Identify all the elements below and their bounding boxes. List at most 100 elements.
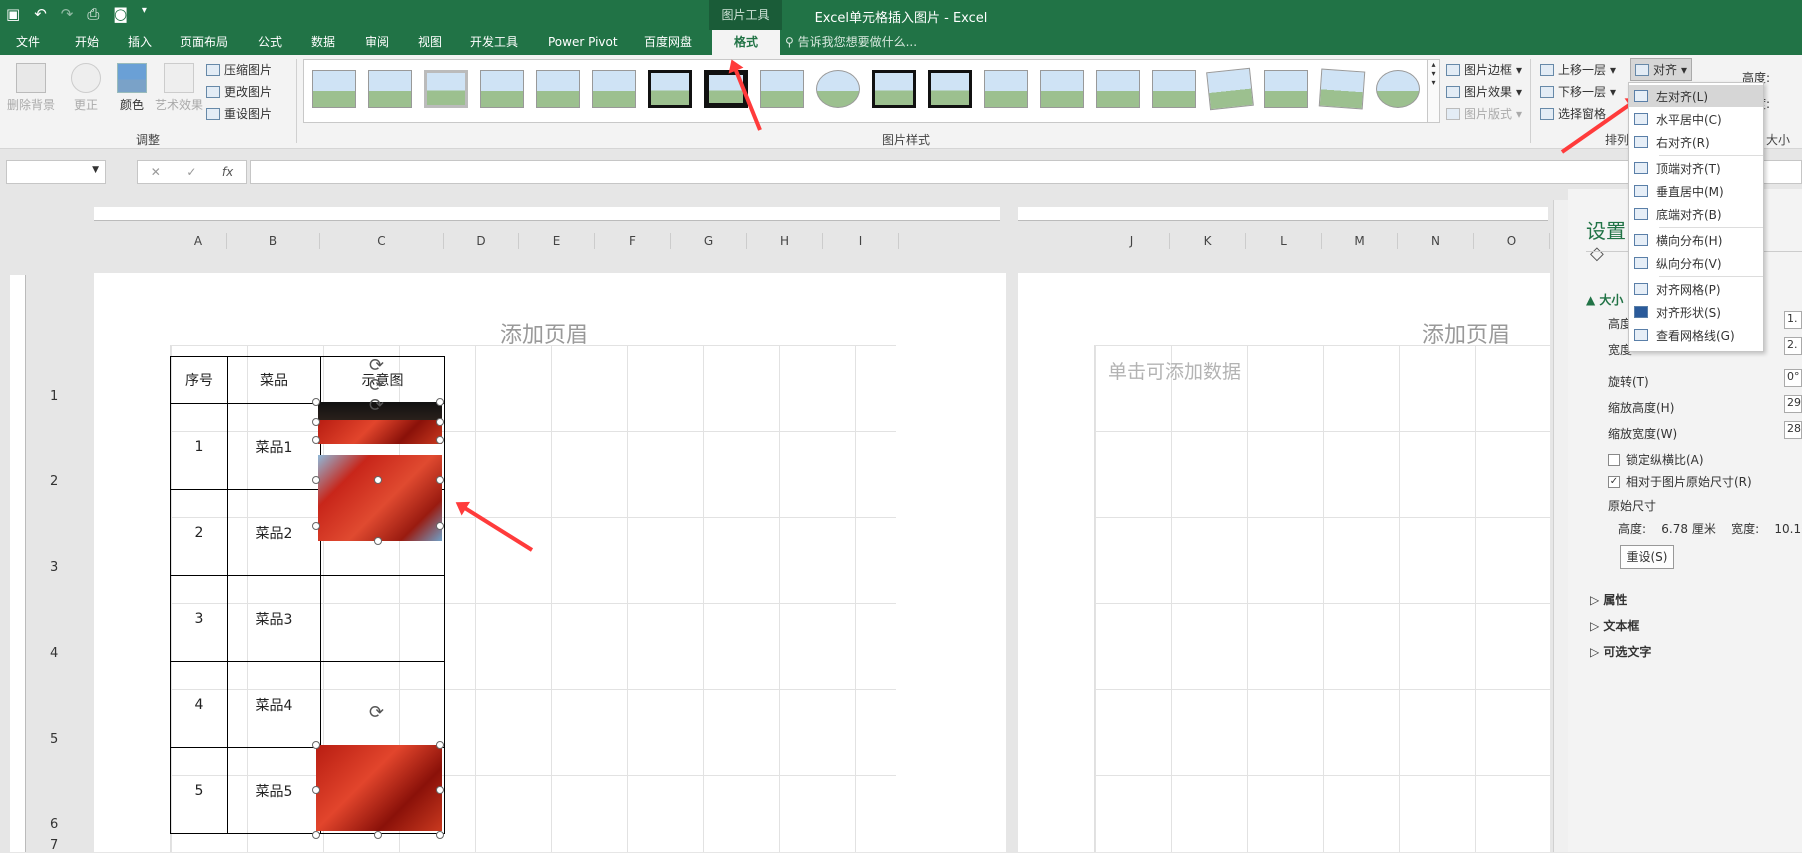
rotate-handle-icon[interactable]: ⟳	[369, 355, 384, 376]
name-box[interactable]: ▼	[6, 160, 106, 184]
table-cell[interactable]: 1	[170, 403, 228, 490]
picture-style-thumb[interactable]	[872, 70, 916, 108]
rotate-handle-icon[interactable]: ⟳	[369, 375, 384, 396]
picture-style-thumb[interactable]	[760, 70, 804, 108]
table-cell[interactable]: 菜品1	[227, 403, 321, 490]
bring-forward-button[interactable]: 上移一层 ▾	[1540, 61, 1616, 78]
table-cell[interactable]: 菜品5	[227, 747, 321, 834]
size-section-header[interactable]: ▲ 大小	[1586, 291, 1623, 308]
column-header[interactable]: A	[170, 233, 227, 249]
picture-style-thumb[interactable]	[1096, 70, 1140, 108]
resize-handle[interactable]	[436, 436, 444, 444]
corrections-button[interactable]: 更正	[66, 63, 106, 113]
resize-handle[interactable]	[374, 476, 382, 484]
menu-item-view-gridlines[interactable]: 查看网格线(G)	[1629, 324, 1763, 346]
tab-insert[interactable]: 插入	[128, 30, 152, 55]
resize-handle[interactable]	[312, 741, 320, 749]
menu-item-align-top[interactable]: 顶端对齐(T)	[1629, 157, 1763, 179]
column-header[interactable]: B	[227, 233, 320, 249]
tab-review[interactable]: 审阅	[365, 30, 389, 55]
column-header[interactable]: K	[1170, 233, 1246, 249]
column-header[interactable]: D	[444, 233, 519, 249]
tab-data[interactable]: 数据	[311, 30, 335, 55]
cell-grid[interactable]	[1094, 345, 1550, 852]
picture-style-thumb[interactable]	[368, 70, 412, 108]
resize-handle[interactable]	[312, 476, 320, 484]
resize-handle[interactable]	[312, 418, 320, 426]
fx-icon[interactable]: fx	[222, 165, 233, 179]
rotate-handle-icon[interactable]: ⟳	[369, 395, 384, 416]
table-cell[interactable]: 5	[170, 747, 228, 834]
header-cell[interactable]: 菜品	[227, 356, 321, 404]
resize-handle[interactable]	[436, 476, 444, 484]
align-button[interactable]: 对齐 ▾	[1630, 58, 1693, 81]
change-picture-button[interactable]: 更改图片	[206, 83, 272, 100]
resize-handle[interactable]	[312, 436, 320, 444]
picture-style-thumb[interactable]	[1318, 68, 1366, 110]
table-cell[interactable]: 菜品2	[227, 489, 321, 576]
scale-width-input[interactable]: 28	[1784, 421, 1802, 439]
table-cell[interactable]: 4	[170, 661, 228, 748]
picture-style-thumb[interactable]	[984, 70, 1028, 108]
rotation-input[interactable]: 0°	[1784, 369, 1802, 387]
compress-pictures-button[interactable]: 压缩图片	[206, 61, 272, 78]
reset-button[interactable]: 重设(S)	[1620, 545, 1674, 569]
column-header[interactable]: C	[320, 233, 444, 249]
picture-style-thumb[interactable]	[1264, 70, 1308, 108]
picture-style-thumb[interactable]	[928, 70, 972, 108]
table-cell[interactable]: 菜品4	[227, 661, 321, 748]
tab-page-layout[interactable]: 页面布局	[180, 30, 228, 55]
resize-handle[interactable]	[436, 522, 444, 530]
column-header[interactable]: M	[1322, 233, 1398, 249]
crayfish-image[interactable]	[316, 745, 442, 831]
image-cell[interactable]	[320, 575, 445, 662]
check-icon[interactable]: ✓	[186, 165, 196, 179]
resize-handle[interactable]	[436, 398, 444, 406]
table-cell[interactable]: 2	[170, 489, 228, 576]
column-header[interactable]: E	[519, 233, 595, 249]
resize-handle[interactable]	[312, 831, 320, 839]
picture-style-thumb[interactable]	[480, 70, 524, 108]
vertical-scrollbar[interactable]	[1553, 200, 1568, 852]
tell-me-box[interactable]: ⚲ 告诉我您想要做什么...	[785, 30, 917, 55]
menu-item-distribute-h[interactable]: 横向分布(H)	[1629, 229, 1763, 251]
picture-effects-button[interactable]: 图片效果 ▾	[1446, 83, 1522, 100]
tab-formulas[interactable]: 公式	[258, 30, 282, 55]
tab-view[interactable]: 视图	[418, 30, 442, 55]
picture-style-thumb[interactable]	[1376, 70, 1420, 108]
crayfish-image[interactable]	[318, 420, 442, 444]
picture-style-thumb[interactable]	[816, 70, 860, 108]
picture-style-thumb[interactable]	[424, 70, 468, 108]
tab-file[interactable]: 文件	[16, 30, 40, 55]
tab-home[interactable]: 开始	[75, 30, 99, 55]
column-header[interactable]: H	[747, 233, 823, 249]
column-header[interactable]: G	[671, 233, 747, 249]
resize-handle[interactable]	[436, 786, 444, 794]
picture-style-thumb[interactable]	[1152, 70, 1196, 108]
resize-handle[interactable]	[374, 537, 382, 545]
picture-style-thumb[interactable]	[312, 70, 356, 108]
resize-handle[interactable]	[312, 786, 320, 794]
scale-height-input[interactable]: 29	[1784, 395, 1802, 413]
resize-handle[interactable]	[312, 522, 320, 530]
column-header[interactable]: I	[823, 233, 899, 249]
picture-style-thumb[interactable]	[1206, 67, 1254, 111]
menu-item-align-left[interactable]: 左对齐(L)	[1629, 85, 1763, 107]
picture-layout-button[interactable]: 图片版式 ▾	[1446, 105, 1522, 122]
column-header[interactable]: L	[1246, 233, 1322, 249]
resize-handle[interactable]	[374, 831, 382, 839]
color-button[interactable]: 颜色	[112, 63, 152, 113]
menu-item-distribute-v[interactable]: 纵向分布(V)	[1629, 252, 1763, 274]
menu-item-align-middle[interactable]: 垂直居中(M)	[1629, 180, 1763, 202]
resize-handle[interactable]	[436, 418, 444, 426]
cancel-icon[interactable]: ✕	[151, 165, 161, 179]
picture-style-thumb[interactable]	[648, 70, 692, 108]
selection-pane-button[interactable]: 选择窗格	[1540, 105, 1606, 122]
column-header[interactable]: O	[1474, 233, 1550, 249]
menu-item-snap-grid[interactable]: 对齐网格(P)	[1629, 278, 1763, 300]
tab-format[interactable]: 格式	[712, 30, 780, 55]
relative-size-checkbox[interactable]: ✓ 相对于图片原始尺寸(R)	[1608, 473, 1752, 490]
formula-input[interactable]	[250, 160, 1802, 184]
picture-style-thumb[interactable]	[592, 70, 636, 108]
crayfish-image[interactable]	[318, 455, 442, 541]
